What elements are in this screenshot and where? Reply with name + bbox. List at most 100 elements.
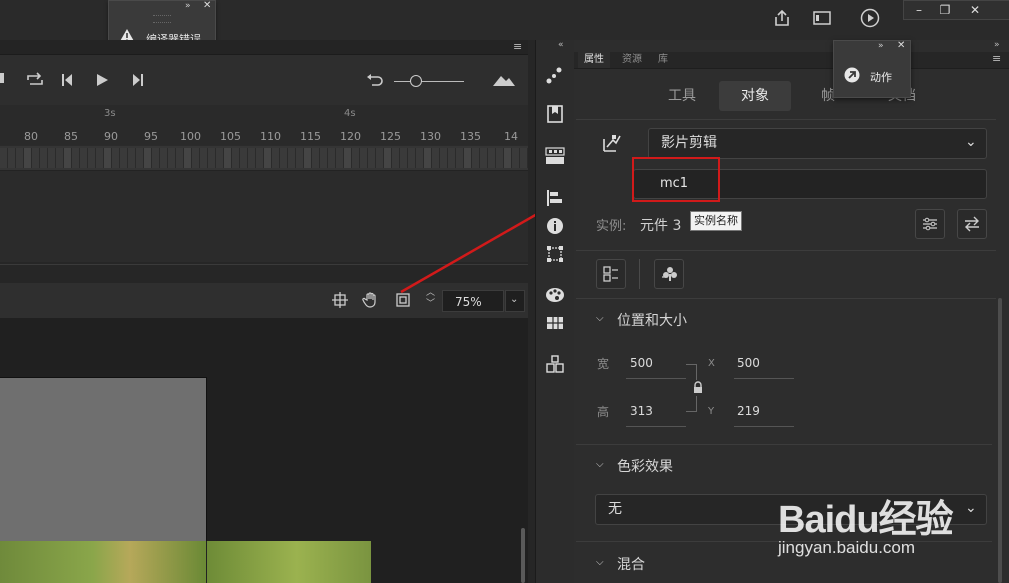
tab-library[interactable]: 库 xyxy=(654,52,672,68)
filters-button[interactable] xyxy=(915,209,945,239)
frame-cell[interactable] xyxy=(208,148,216,168)
movieclip-image[interactable] xyxy=(0,541,371,583)
motion-presets-icon[interactable] xyxy=(545,66,565,86)
lock-icon[interactable] xyxy=(692,381,704,394)
step-forward-icon[interactable] xyxy=(129,74,143,86)
section-blend[interactable]: 混合 xyxy=(617,554,645,574)
frame-picker-icon[interactable] xyxy=(545,146,565,166)
frame-cell[interactable] xyxy=(440,148,448,168)
frame-cell[interactable] xyxy=(320,148,328,168)
width-field[interactable]: 500 xyxy=(630,356,653,370)
chevron-down-icon[interactable]: ⌵ xyxy=(596,459,604,470)
frame-cell[interactable] xyxy=(336,148,344,168)
panel-menu-icon[interactable]: ≡ xyxy=(992,52,1001,66)
play-icon[interactable] xyxy=(96,74,108,86)
frame-cell[interactable] xyxy=(120,148,128,168)
frame-cell[interactable] xyxy=(8,148,16,168)
loop-icon[interactable] xyxy=(26,72,44,88)
section-position-size[interactable]: 位置和大小 xyxy=(617,310,687,330)
align-icon[interactable] xyxy=(545,188,565,208)
hand-tool-icon[interactable] xyxy=(362,291,380,309)
slider-thumb[interactable] xyxy=(410,75,422,87)
frame-cell[interactable] xyxy=(48,148,56,168)
frame-cell[interactable] xyxy=(200,148,208,168)
frame-cell[interactable] xyxy=(312,148,320,168)
frame-cell[interactable] xyxy=(64,148,72,168)
frame-cell[interactable] xyxy=(16,148,24,168)
frame-cell[interactable] xyxy=(216,148,224,168)
timeline-ruler[interactable]: 3s 4s 80 85 90 95 100 105 110 115 120 12… xyxy=(0,105,528,145)
frame-cell[interactable] xyxy=(24,148,32,168)
test-movie-play-icon[interactable] xyxy=(860,8,880,28)
frame-cell[interactable] xyxy=(472,148,480,168)
collapse-icon[interactable]: » xyxy=(185,1,191,11)
stage-scrollbar[interactable] xyxy=(521,528,525,583)
x-field[interactable]: 500 xyxy=(737,356,760,370)
frame-cell[interactable] xyxy=(408,148,416,168)
step-back-icon[interactable] xyxy=(62,74,76,86)
frame-cell[interactable] xyxy=(480,148,488,168)
swap-symbol-button[interactable] xyxy=(957,209,987,239)
frame-cell[interactable] xyxy=(184,148,192,168)
restore-icon[interactable]: ❐ xyxy=(932,2,958,18)
frame-cell[interactable] xyxy=(112,148,120,168)
close-icon[interactable]: ✕ xyxy=(203,0,211,11)
frame-cell[interactable] xyxy=(72,148,80,168)
frame-cell[interactable] xyxy=(328,148,336,168)
close-icon[interactable]: ✕ xyxy=(897,40,905,51)
motion-tween-button[interactable] xyxy=(654,259,684,289)
panel-header[interactable]: » ✕ xyxy=(109,0,215,23)
tab-assets[interactable]: 资源 xyxy=(618,52,646,68)
center-stage-icon[interactable] xyxy=(332,292,348,308)
frame-cell[interactable] xyxy=(376,148,384,168)
frame-cell[interactable] xyxy=(144,148,152,168)
frame-cell[interactable] xyxy=(448,148,456,168)
frame-cell[interactable] xyxy=(96,148,104,168)
segment-tool[interactable]: 工具 xyxy=(648,81,716,111)
frame-cell[interactable] xyxy=(280,148,288,168)
frame-cell[interactable] xyxy=(256,148,264,168)
collapse-icon[interactable]: » xyxy=(994,40,1000,50)
frame-cell[interactable] xyxy=(496,148,504,168)
screen-mode-icon[interactable] xyxy=(812,8,832,28)
frame-cell[interactable] xyxy=(224,148,232,168)
frame-cell[interactable] xyxy=(400,148,408,168)
frame-cell[interactable] xyxy=(232,148,240,168)
frame-cell[interactable] xyxy=(128,148,136,168)
frame-cell[interactable] xyxy=(104,148,112,168)
frame-cell[interactable] xyxy=(384,148,392,168)
segment-object[interactable]: 对象 xyxy=(719,81,791,111)
instance-of-symbol[interactable]: 元件 3 xyxy=(640,215,681,235)
grip-icon[interactable] xyxy=(153,15,171,23)
frame-cell[interactable] xyxy=(360,148,368,168)
info-icon[interactable] xyxy=(545,216,565,236)
frame-cell[interactable] xyxy=(504,148,512,168)
frame-cell[interactable] xyxy=(56,148,64,168)
frame-cell[interactable] xyxy=(288,148,296,168)
frame-strip[interactable] xyxy=(0,146,528,170)
library-book-icon[interactable] xyxy=(545,104,565,124)
stage-canvas[interactable] xyxy=(0,377,207,542)
frame-cell[interactable] xyxy=(520,148,528,168)
frame-cell[interactable] xyxy=(456,148,464,168)
actions-panel[interactable]: » ✕ 动作 xyxy=(833,40,911,98)
frame-cell[interactable] xyxy=(152,148,160,168)
frame-cell[interactable] xyxy=(160,148,168,168)
frame-cell[interactable] xyxy=(352,148,360,168)
frame-cell[interactable] xyxy=(416,148,424,168)
frame-cell[interactable] xyxy=(192,148,200,168)
frame-cell[interactable] xyxy=(296,148,304,168)
undo-zoom-icon[interactable] xyxy=(366,73,384,87)
frame-cell[interactable] xyxy=(136,148,144,168)
frame-cell[interactable] xyxy=(512,148,520,168)
symbol-type-dropdown[interactable]: 影片剪辑 ⌄ xyxy=(648,128,987,159)
frame-cell[interactable] xyxy=(168,148,176,168)
frame-cell[interactable] xyxy=(176,148,184,168)
minimize-icon[interactable]: – xyxy=(906,2,932,18)
frame-cell[interactable] xyxy=(432,148,440,168)
collapse-icon[interactable]: » xyxy=(878,41,884,51)
zoom-in-mountain-icon[interactable] xyxy=(493,74,515,86)
frame-cell[interactable] xyxy=(272,148,280,168)
collapse-icon[interactable]: « xyxy=(558,40,564,50)
frame-cell[interactable] xyxy=(248,148,256,168)
